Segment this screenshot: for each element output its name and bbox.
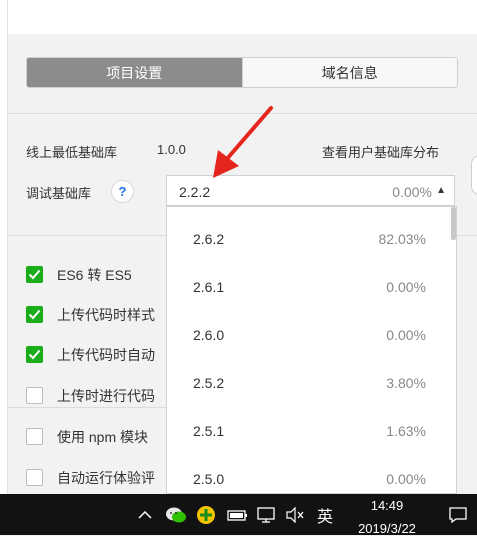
- option-version: 2.5.1: [193, 423, 225, 439]
- option-percent: 82.03%: [378, 231, 426, 247]
- option-percent: 0.00%: [386, 471, 426, 487]
- selected-version: 2.2.2: [179, 184, 211, 200]
- debug-baselib-label: 调试基础库: [26, 186, 92, 201]
- divider: [8, 113, 477, 114]
- dropdown-option[interactable]: 2.6.2 82.03%: [167, 216, 454, 264]
- option-version: 2.5.2: [193, 375, 225, 391]
- option-version: 2.5.0: [193, 471, 225, 487]
- dropdown-option[interactable]: 2.6.0 0.00%: [167, 312, 454, 360]
- option-checkbox[interactable]: [26, 266, 43, 283]
- online-min-baselib-value: 1.0.0: [157, 142, 186, 157]
- view-user-baselib-distribution-link[interactable]: 查看用户基础库分布: [322, 142, 439, 161]
- debug-baselib-select[interactable]: 2.2.2 0.00% ▲: [166, 175, 455, 206]
- battery-icon[interactable]: [225, 494, 249, 535]
- side-handle[interactable]: [471, 155, 477, 195]
- option-label: 上传代码时样式: [57, 307, 155, 323]
- option-percent: 0.00%: [386, 279, 426, 295]
- settings-tabs: 项目设置 域名信息: [26, 57, 458, 88]
- taskbar-date[interactable]: 2019/3/22: [344, 521, 430, 536]
- option-checkbox[interactable]: [26, 428, 43, 445]
- option-label: ES6 转 ES5: [57, 267, 132, 283]
- dropdown-option[interactable]: 2.5.1 1.63%: [167, 408, 454, 456]
- baselib-dropdown: 2.6.2 82.03% 2.6.1 0.00% 2.6.0 0.00% 2.5…: [166, 206, 457, 494]
- option-version: 2.6.2: [193, 231, 225, 247]
- option-label: 上传时进行代码: [57, 388, 155, 404]
- volume-muted-icon[interactable]: [284, 494, 306, 535]
- help-icon[interactable]: ?: [111, 180, 134, 203]
- network-icon[interactable]: [255, 494, 279, 535]
- tab-project-settings[interactable]: 项目设置: [27, 58, 242, 87]
- online-min-baselib-label: 线上最低基础库: [26, 145, 118, 160]
- chevron-up-icon[interactable]: [136, 494, 154, 535]
- divider: [8, 407, 167, 408]
- option-checkbox[interactable]: [26, 469, 43, 486]
- taskbar-clock[interactable]: 14:49: [344, 498, 430, 513]
- selected-percent: 0.00%: [392, 184, 432, 200]
- checkmark-icon: [28, 309, 41, 320]
- option-checkbox[interactable]: [26, 346, 43, 363]
- dropdown-option[interactable]: 2.5.0 0.00%: [167, 456, 454, 493]
- ime-icon[interactable]: 英: [313, 494, 337, 535]
- wechat-icon[interactable]: [163, 494, 189, 535]
- plus-app-icon[interactable]: [194, 494, 218, 535]
- windows-taskbar: 英 14:49 2019/3/22: [0, 494, 477, 536]
- option-label: 上传代码时自动: [57, 347, 155, 363]
- top-strip: [0, 0, 477, 34]
- dropdown-option[interactable]: 2.6.1 0.00%: [167, 264, 454, 312]
- option-version: 2.6.1: [193, 279, 225, 295]
- option-checkbox[interactable]: [26, 387, 43, 404]
- option-percent: 1.63%: [386, 423, 426, 439]
- checkmark-icon: [28, 269, 41, 280]
- tab-domain-info[interactable]: 域名信息: [241, 58, 457, 87]
- option-checkbox[interactable]: [26, 306, 43, 323]
- option-percent: 0.00%: [386, 327, 426, 343]
- option-version: 2.6.0: [193, 327, 225, 343]
- option-percent: 3.80%: [386, 375, 426, 391]
- dropdown-option[interactable]: 2.5.2 3.80%: [167, 360, 454, 408]
- checkmark-icon: [28, 349, 41, 360]
- chevron-up-icon: ▲: [436, 185, 446, 196]
- option-label: 自动运行体验评: [57, 470, 155, 486]
- notification-icon[interactable]: [445, 494, 471, 535]
- left-edge: [0, 0, 8, 494]
- option-label: 使用 npm 模块: [57, 429, 149, 445]
